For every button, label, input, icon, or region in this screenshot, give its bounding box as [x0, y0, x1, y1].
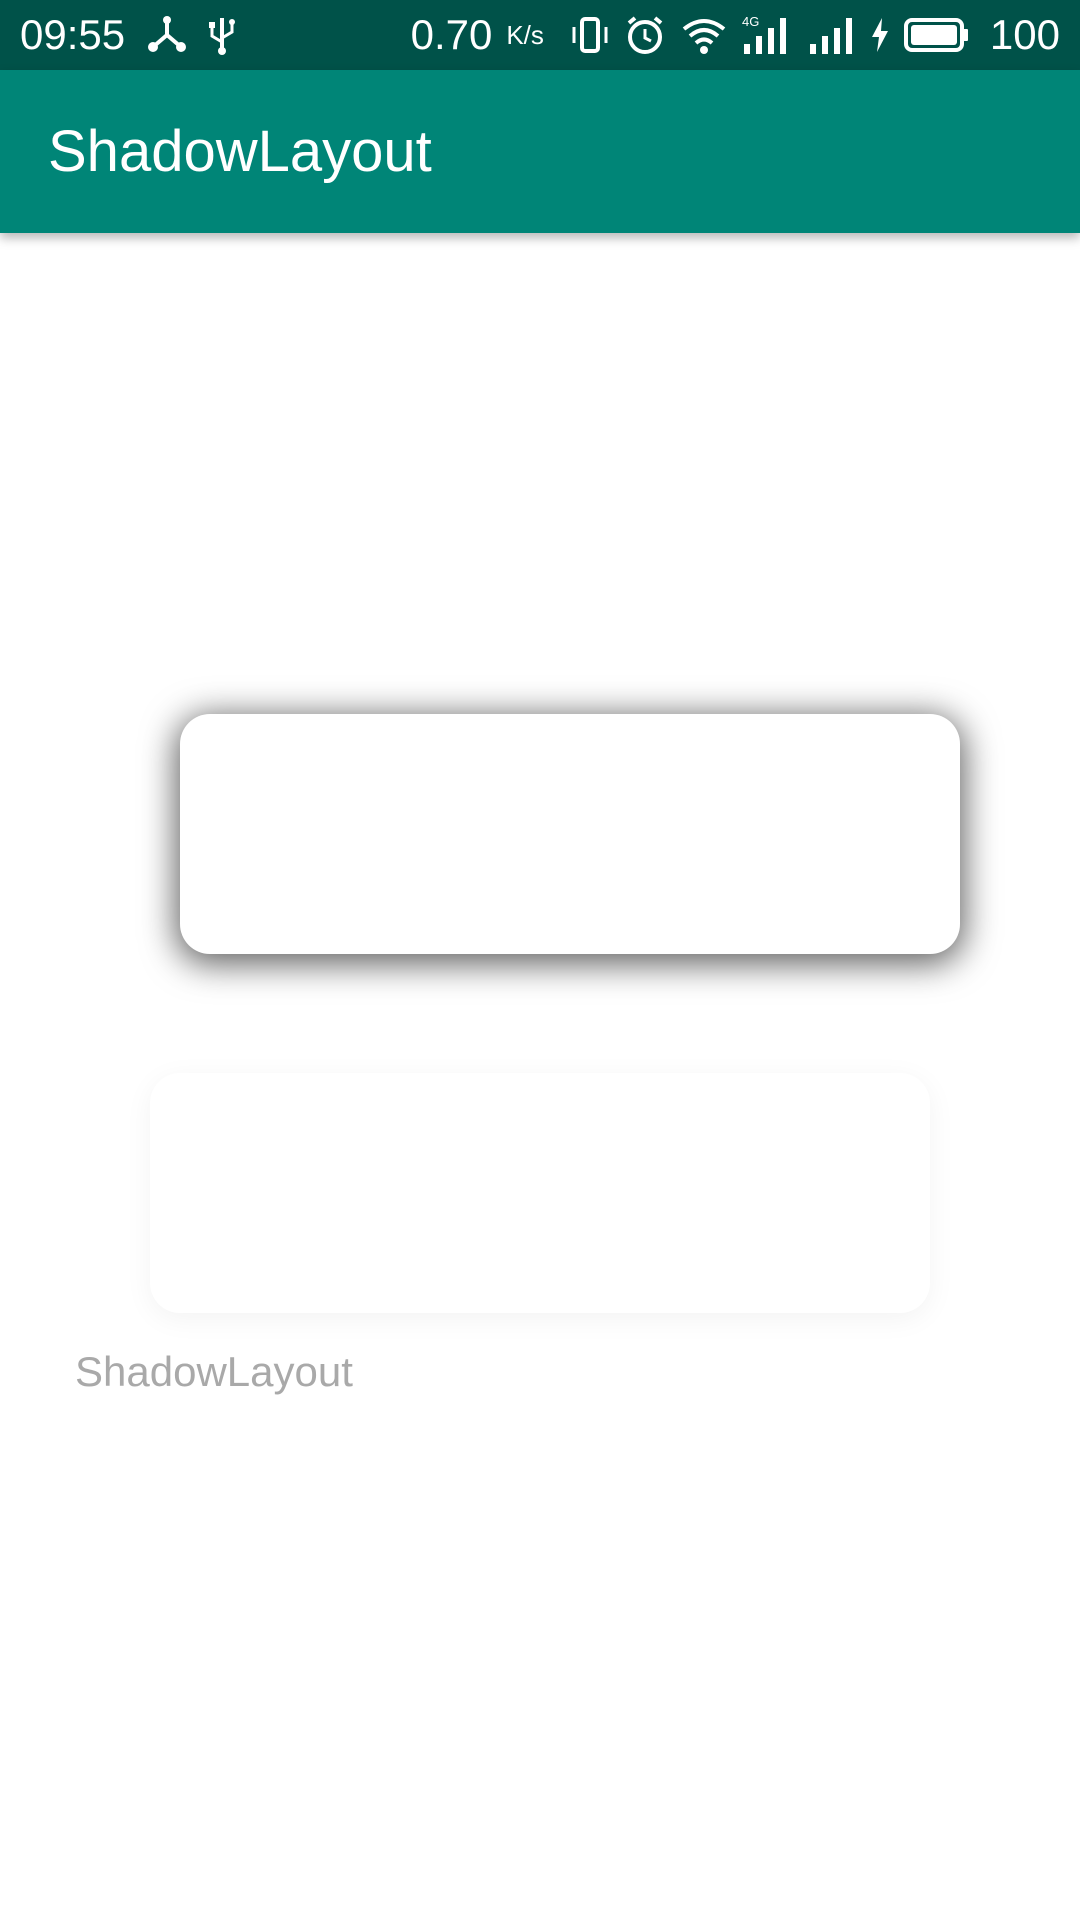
- signal-icon: [808, 14, 856, 56]
- app-bar: ShadowLayout: [0, 70, 1080, 233]
- battery-percentage: 100: [989, 11, 1060, 58]
- shadow-layout-label: ShadowLayout: [75, 1348, 353, 1395]
- status-time: 09:55: [20, 11, 126, 58]
- network-speed-unit: K/s: [506, 19, 544, 50]
- status-bar: 09:55 0.70 K/s 4G 100: [0, 0, 1080, 70]
- share-network-icon: [147, 15, 187, 55]
- wifi-icon: [680, 15, 728, 55]
- battery-icon: [903, 17, 970, 53]
- signal-4g-icon: 4G: [742, 14, 794, 56]
- vibrate-icon: [570, 15, 610, 55]
- main-content: ShadowLayout: [0, 233, 1080, 1920]
- shadow-layout-card-strong: [180, 714, 960, 954]
- status-right-icons: 0.70 K/s 4G 100: [411, 11, 1060, 59]
- alarm-icon: [624, 14, 666, 56]
- status-left-icons: [147, 14, 237, 56]
- network-speed: 0.70: [410, 11, 493, 58]
- svg-text:4G: 4G: [742, 14, 759, 29]
- shadow-layout-card-light: [150, 1073, 930, 1313]
- usb-icon: [207, 14, 237, 56]
- app-title: ShadowLayout: [48, 119, 432, 184]
- charging-icon: [870, 18, 890, 52]
